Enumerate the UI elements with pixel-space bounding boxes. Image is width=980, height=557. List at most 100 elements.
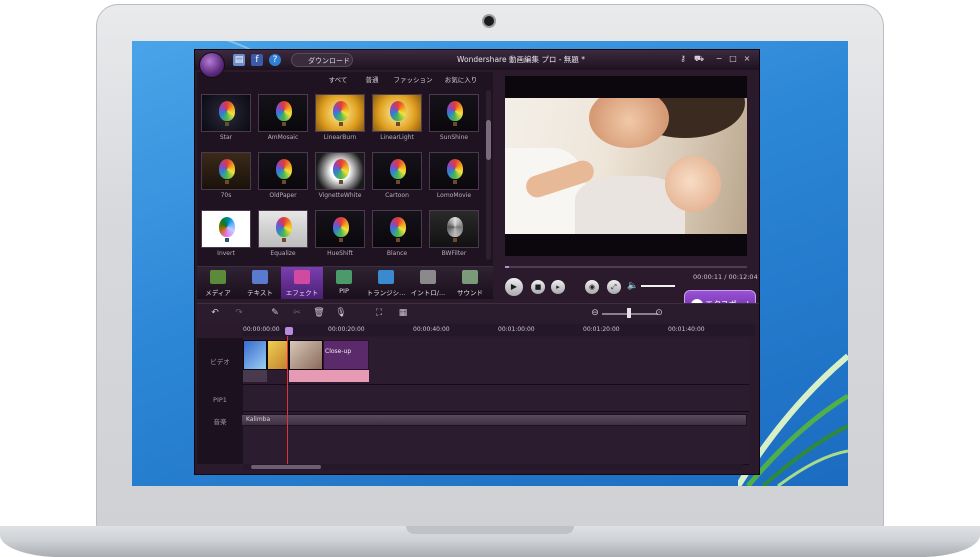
timeline-tracks: ビデオ PIP1 音楽 Close-up [197,338,749,465]
effect-thumbnail[interactable]: Cartoon [372,152,422,202]
effect-preview-image [372,210,422,248]
redo-icon[interactable]: ↷ [233,307,245,319]
effect-thumbnail[interactable]: Blance [372,210,422,260]
scene-detect-icon[interactable]: ▦ [397,307,409,319]
effect-thumbnail[interactable]: AmMosaic [258,94,308,144]
delete-icon[interactable]: 🗑 [313,307,325,319]
video-clip-1[interactable] [243,340,267,370]
zoom-out-icon[interactable]: ⊖ [589,307,601,319]
close-button[interactable]: × [741,54,753,63]
effect-thumbnail[interactable]: Equalize [258,210,308,260]
video-track-label: ビデオ [210,358,230,366]
save-icon[interactable]: ▤ [233,54,245,66]
cut-icon[interactable]: ✂ [291,307,303,319]
effect-thumbnail[interactable]: OldPaper [258,152,308,202]
category-tab[interactable]: トランジシ... [365,267,407,299]
edit-icon[interactable]: ✎ [269,307,281,319]
zoom-in-icon[interactable]: ⊙ [653,307,665,319]
effect-thumbnail[interactable]: BWFilter [429,210,479,260]
effect-preview-image [429,210,479,248]
text-icon [252,270,268,284]
video-clip-3[interactable] [289,340,323,370]
audio-clip[interactable]: Kalimba [241,414,747,426]
tab-fashion[interactable]: ファッション [391,74,435,87]
category-tab[interactable]: サウンド [449,267,491,299]
tab-favorites[interactable]: お気に入り [441,74,481,87]
playhead-handle[interactable] [285,327,293,335]
preview-frame-image [505,98,747,234]
effect-thumbnail[interactable]: Star [201,94,251,144]
category-label: メディア [205,289,231,297]
snapshot-icon[interactable]: ◉ [585,280,599,294]
seek-bar[interactable] [505,266,747,268]
fullscreen-icon[interactable]: ⤢ [607,280,621,294]
pip-icon [336,270,352,284]
ruler-label: 00:00:20:00 [328,326,365,333]
tab-normal[interactable]: 普通 [359,74,385,87]
playhead-line[interactable] [287,336,288,464]
category-tab[interactable]: テキスト [239,267,281,299]
scrollbar-thumb[interactable] [486,120,491,160]
pip-track[interactable] [243,385,749,412]
balloon-icon [219,159,235,184]
effect-name: LomoMovie [436,192,472,199]
effect-name: Invert [217,250,235,257]
pip-track-label: PIP1 [213,396,227,404]
category-tab[interactable]: PIP [323,267,365,299]
crop-icon[interactable]: ⛶ [373,307,385,319]
balloon-icon [276,101,292,126]
volume-slider[interactable] [641,285,675,287]
effect-name: Equalize [270,250,296,257]
timeline-toolbar: ↶ ↷ ✎ ✂ 🗑 🎙 ⛶ ▦ ⊖ ⊙ [197,303,759,322]
microphone-icon[interactable]: 🎙 [335,307,347,319]
video-clip-2[interactable] [267,340,289,370]
clip-audio-1 [243,370,267,382]
video-preview [505,76,747,256]
effect-thumbnail[interactable]: SunShine [429,94,479,144]
effect-thumbnail[interactable]: Invert [201,210,251,260]
volume-icon[interactable]: 🔈 [627,280,639,292]
effect-preview-image [258,152,308,190]
settings-key-icon[interactable]: ⚷ [677,54,689,63]
effect-preview-image [201,152,251,190]
effect-thumbnail[interactable]: LomoMovie [429,152,479,202]
video-clip-closeup[interactable] [323,340,369,370]
balloon-icon [333,101,349,126]
zoom-slider-knob[interactable] [627,308,631,318]
effect-name: Blance [386,250,408,257]
category-tab[interactable]: メディア [197,267,239,299]
effect-thumbnail[interactable]: HueShift [315,210,365,260]
effect-thumbnail[interactable]: LinearBurn [315,94,365,144]
maximize-button[interactable]: □ [727,54,739,63]
help-icon[interactable]: ? [269,54,281,66]
effect-name: VignetteWhite [318,192,362,199]
effect-preview-image [429,152,479,190]
tab-all[interactable]: すべて [323,74,353,87]
timeline-scrollbar[interactable] [243,464,743,470]
timeline-ruler[interactable]: 00:00:00:00 00:00:20:00 00:00:40:00 00:01:0… [243,324,755,336]
download-button[interactable]: ダウンロード [291,53,353,67]
timeline-scrollbar-thumb[interactable] [251,465,321,469]
undo-icon[interactable]: ↶ [209,307,221,319]
effects-scrollbar[interactable] [486,90,491,260]
balloon-icon [390,159,406,184]
laptop-notch [406,526,574,534]
stop-button[interactable]: ■ [531,280,545,294]
video-track[interactable]: Close-up [243,338,749,385]
effect-thumbnail[interactable]: VignetteWhite [315,152,365,202]
category-tab[interactable]: イントロ/... [407,267,449,299]
effect-thumbnail[interactable]: LinearLight [372,94,422,144]
effect-thumbnail[interactable]: 70s [201,152,251,202]
cart-icon[interactable]: ⛟ [693,54,705,64]
category-bar: メディア テキスト エフェクト PIP トランジシ... イントロ/... サウンド [197,266,493,299]
minimize-button[interactable]: − [713,54,725,63]
facebook-icon[interactable]: f [251,54,263,66]
effect-preview-image [201,210,251,248]
intro-icon [420,270,436,284]
play-button[interactable]: ▶ [505,278,523,296]
music-track-label: 音楽 [213,418,227,426]
next-frame-button[interactable]: ▸ [551,280,565,294]
effect-preview-image [372,152,422,190]
category-tab[interactable]: エフェクト [281,267,323,299]
balloon-icon [276,159,292,184]
